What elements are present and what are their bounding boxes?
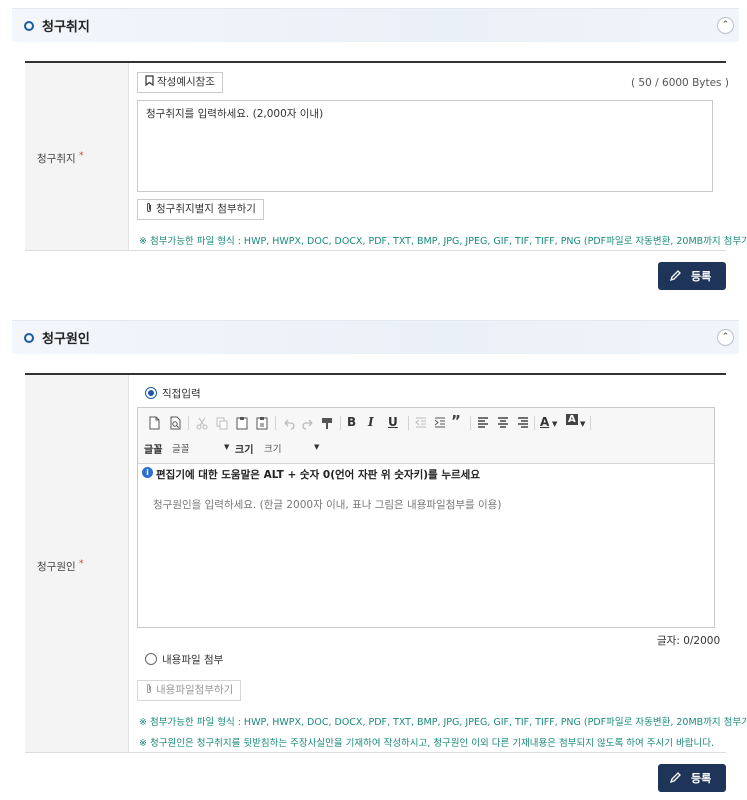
info-icon: i	[142, 467, 153, 478]
font-color-icon[interactable]: A	[540, 415, 549, 429]
section-header-claim-purpose: 청구취지 ⌃	[12, 8, 739, 42]
editor-help-text: 편집기에 대한 도움말은 ALT + 숫자 0(언어 자판 위 숫자키)를 누르…	[156, 469, 480, 481]
blockquote-icon[interactable]: ”	[451, 412, 461, 430]
section-title: 청구취지	[42, 20, 90, 35]
label-cell: 청구원인 *	[25, 375, 129, 752]
register-button[interactable]: 등록	[658, 764, 726, 792]
font-label: 글꼴	[144, 445, 163, 456]
editor-placeholder: 청구원인을 입력하세요. (한글 2000자 이내, 표나 그림은 내용파일첨부…	[153, 499, 502, 511]
required-mark: *	[78, 559, 84, 569]
file-attach-radio[interactable]	[145, 653, 157, 665]
italic-icon[interactable]: I	[368, 415, 374, 429]
redo-icon[interactable]	[300, 415, 316, 431]
cut-icon[interactable]	[194, 415, 210, 431]
preview-icon[interactable]	[167, 415, 183, 431]
align-right-icon[interactable]	[515, 415, 531, 431]
paperclip-icon	[147, 684, 151, 693]
section-title: 청구원인	[42, 332, 90, 347]
editor-toolbar: B I U ” A ▼ A ▼ 글꼴 글꼴 ▼ 크기 크기 ▼	[138, 408, 714, 464]
attach-content-file-button[interactable]: 내용파일첨부하기	[137, 680, 242, 701]
direct-input-label: 직접입력	[162, 388, 201, 400]
chevron-up-icon[interactable]: ⌃	[717, 329, 734, 346]
paperclip-icon	[147, 203, 151, 212]
size-label: 크기	[235, 445, 254, 456]
align-left-icon[interactable]	[475, 415, 491, 431]
example-reference-button[interactable]: 작성예시참조	[137, 72, 223, 93]
chevron-down-icon[interactable]: ▼	[224, 443, 229, 451]
attach-format-hint: ※ 첨부가능한 파일 형식 : HWP, HWPX, DOC, DOCX, PD…	[139, 236, 747, 247]
copy-icon[interactable]	[214, 415, 230, 431]
section-header-claim-cause: 청구원인 ⌃	[12, 320, 739, 354]
editor-content-area[interactable]: 청구원인을 입력하세요. (한글 2000자 이내, 표나 그림은 내용파일첨부…	[139, 484, 713, 626]
field-label: 청구취지 *	[37, 151, 84, 165]
chevron-down-icon[interactable]: ▼	[314, 443, 319, 451]
label-cell: 청구취지 *	[25, 63, 129, 250]
background-color-icon[interactable]: A	[566, 414, 578, 425]
paste-icon[interactable]	[234, 415, 250, 431]
section-bullet-icon	[24, 333, 34, 343]
font-family-select[interactable]: 글꼴	[172, 441, 189, 455]
align-center-icon[interactable]	[495, 415, 511, 431]
chevron-up-icon[interactable]: ⌃	[717, 17, 734, 34]
byte-counter: ( 50 / 6000 Bytes )	[631, 77, 729, 89]
format-painter-icon[interactable]	[319, 415, 335, 431]
register-button[interactable]: 등록	[658, 262, 726, 290]
required-mark: *	[78, 151, 84, 161]
bookmark-icon	[145, 75, 154, 87]
increase-indent-icon[interactable]	[432, 415, 448, 431]
underline-icon[interactable]: U	[388, 415, 398, 429]
rich-text-editor: B I U ” A ▼ A ▼ 글꼴 글꼴 ▼ 크기 크기 ▼ i 편집기에 대한 …	[137, 407, 715, 628]
decrease-indent-icon[interactable]	[413, 415, 429, 431]
attach-format-hint: ※ 첨부가능한 파일 형식 : HWP, HWPX, DOC, DOCX, PD…	[139, 717, 747, 728]
char-counter: 글자: 0/2000	[657, 635, 721, 647]
font-size-select[interactable]: 크기	[264, 441, 281, 455]
pencil-icon	[669, 270, 681, 282]
paste-text-icon[interactable]	[254, 415, 270, 431]
new-document-icon[interactable]	[146, 415, 162, 431]
direct-input-radio[interactable]	[145, 387, 157, 399]
field-label: 청구원인 *	[37, 559, 84, 573]
undo-icon[interactable]	[281, 415, 297, 431]
claim-cause-notice: ※ 청구원인은 청구취지를 뒷받침하는 주장사실만을 기재하여 작성하시고, 청…	[139, 738, 714, 749]
file-attach-label: 내용파일 첨부	[162, 654, 224, 666]
section-bullet-icon	[24, 21, 34, 31]
textarea-text: 청구취지를 입력하세요. (2,000자 이내)	[146, 108, 324, 120]
claim-purpose-textarea[interactable]: 청구취지를 입력하세요. (2,000자 이내)	[137, 100, 713, 192]
pencil-icon	[669, 772, 681, 784]
bold-icon[interactable]: B	[347, 415, 356, 429]
attach-appendix-button[interactable]: 청구취지별지 첨부하기	[137, 199, 264, 220]
